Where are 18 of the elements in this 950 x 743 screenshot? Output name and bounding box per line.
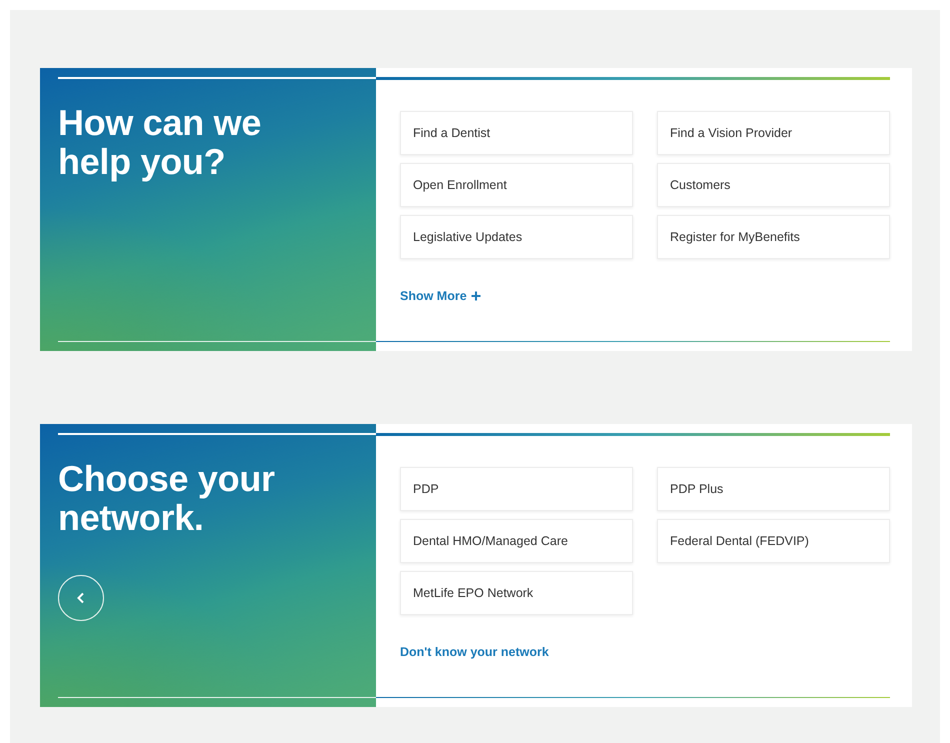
option-button[interactable]: Federal Dental (FEDVIP) [657, 519, 890, 563]
option-button[interactable]: Find a Vision Provider [657, 111, 890, 155]
section-title: How can we help you? [58, 103, 262, 181]
option-button[interactable]: Dental HMO/Managed Care [400, 519, 633, 563]
option-button[interactable]: PDP [400, 467, 633, 511]
chevron-left-icon [76, 592, 86, 604]
link[interactable]: Don't know your network [400, 645, 549, 659]
option-button[interactable]: PDP Plus [657, 467, 890, 511]
option-button[interactable]: Legislative Updates [400, 215, 633, 259]
option-button[interactable]: MetLife EPO Network [400, 571, 633, 615]
link[interactable]: Show More [400, 289, 481, 303]
section-title: Choose your network. [58, 459, 276, 537]
back-button[interactable] [58, 575, 104, 621]
option-button[interactable]: Register for MyBenefits [657, 215, 890, 259]
option-button[interactable]: Find a Dentist [400, 111, 633, 155]
option-button[interactable]: Customers [657, 163, 890, 207]
option-button[interactable]: Open Enrollment [400, 163, 633, 207]
plus-icon [470, 291, 481, 301]
